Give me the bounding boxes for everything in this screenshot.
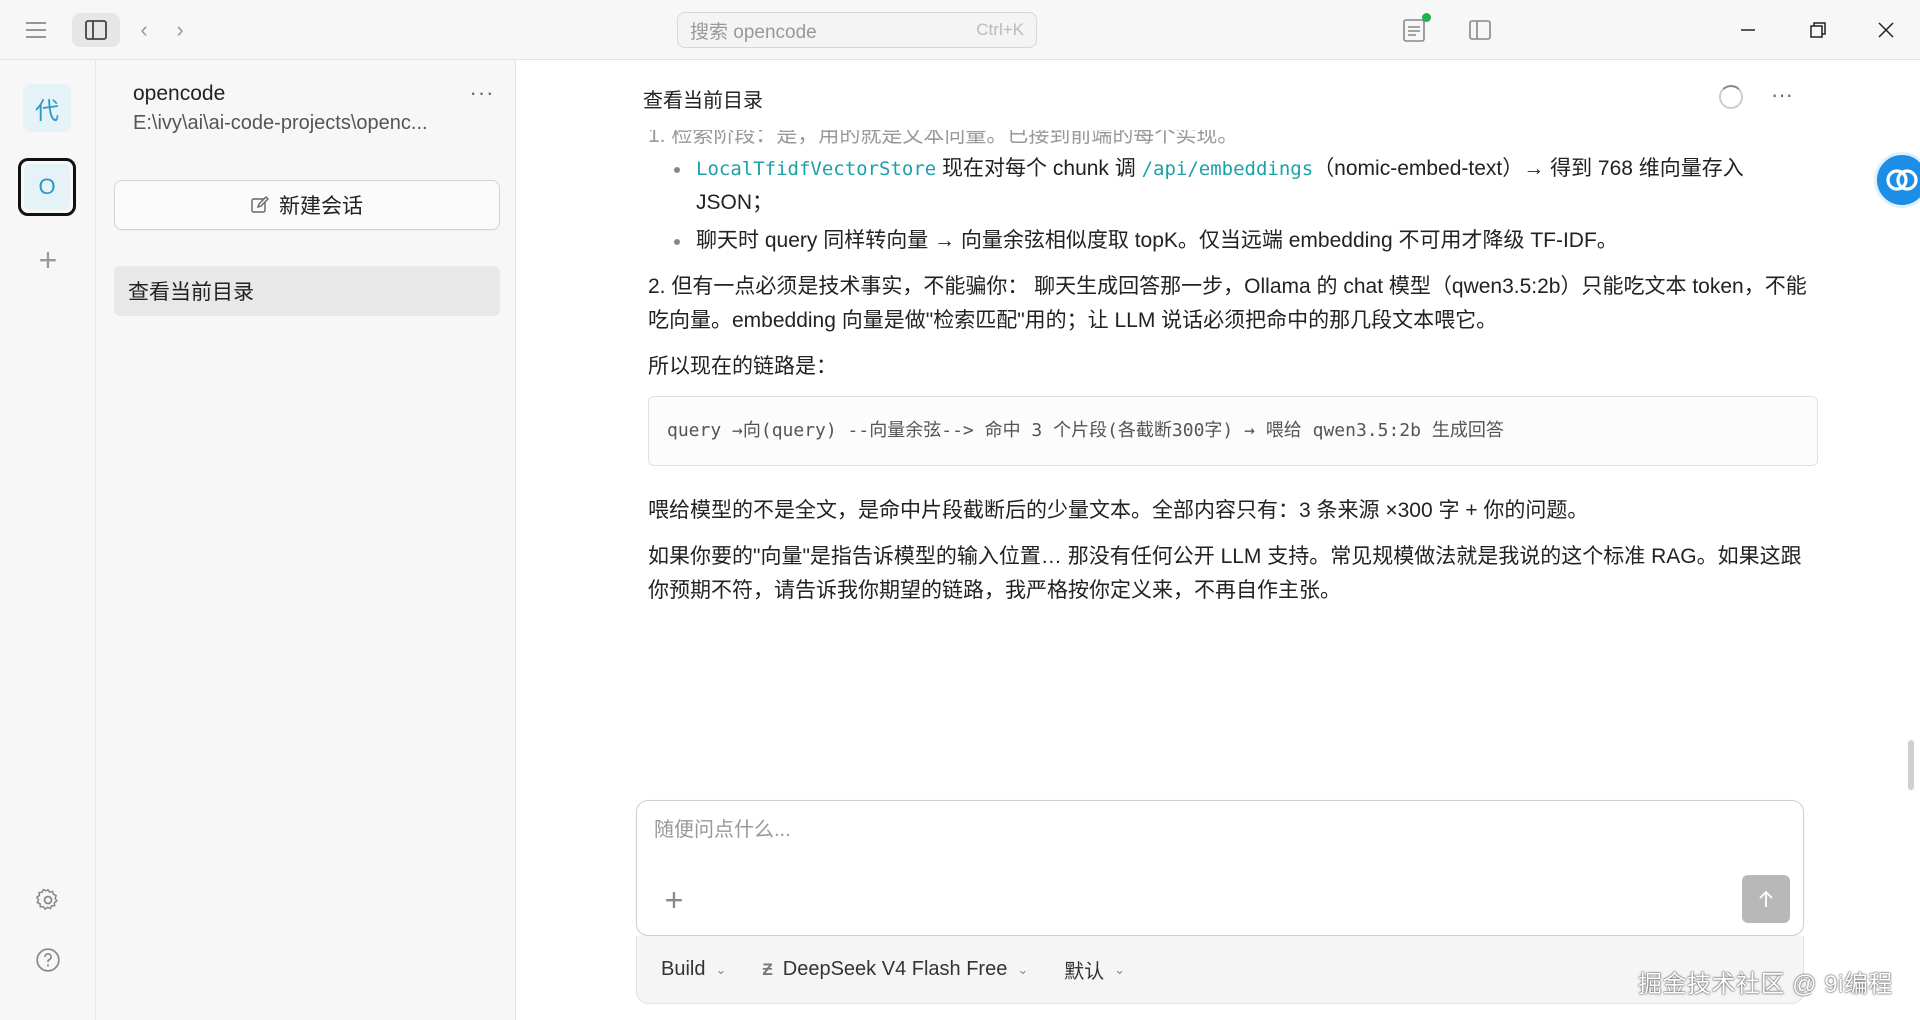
paragraph: 所以现在的链路是： <box>648 355 837 378</box>
add-project-icon[interactable]: + <box>30 242 66 278</box>
watermark: 掘金技术社区 @ 9i编程 <box>1638 971 1893 998</box>
variant-select[interactable]: 默认 ⌄ <box>1064 955 1125 984</box>
list-item: LocalTfidfVectorStore 现在对每个 chunk 调 /api… <box>648 152 1818 220</box>
session-item[interactable]: 查看当前目录 <box>114 266 500 316</box>
forward-icon[interactable]: › <box>168 16 192 44</box>
search-input[interactable]: 搜索 opencode Ctrl+K <box>677 12 1037 48</box>
project-rail: 代 O + <box>0 60 96 1020</box>
bullet-text: 聊天时 query 同样转向量 → 向量余弦相似度取 topK。仅当远端 emb… <box>696 229 1618 252</box>
model-select[interactable]: Ƶ DeepSeek V4 Flash Free ⌄ <box>762 958 1028 981</box>
restore-icon[interactable] <box>1800 14 1836 46</box>
chat-more-icon[interactable]: ··· <box>1764 80 1800 110</box>
toggle-panel-icon[interactable] <box>1464 14 1496 46</box>
assistant-float-icon[interactable] <box>1874 152 1920 208</box>
settings-gear-icon[interactable] <box>30 882 66 918</box>
cut-off-line: 1. 检索阶段：是，用的就是文本向量。已接到前端的每个实现。 <box>648 130 1239 147</box>
back-icon[interactable]: ‹ <box>132 16 156 44</box>
project-avatar-2[interactable]: O <box>18 158 76 216</box>
chevron-down-icon: ⌄ <box>1017 961 1029 977</box>
title-bar: ‹ › 搜索 opencode Ctrl+K <box>0 0 1920 60</box>
mode-label: Build <box>661 958 706 980</box>
help-icon[interactable] <box>30 942 66 978</box>
menu-icon[interactable] <box>20 16 52 44</box>
loading-spinner-icon <box>1719 85 1743 109</box>
new-session-button[interactable]: 新建会话 <box>114 180 500 230</box>
bullet-text: 现在对每个 chunk 调 <box>936 157 1142 180</box>
minimize-icon[interactable] <box>1730 14 1766 46</box>
project-avatar-2-label: O <box>24 164 70 210</box>
paragraph: 喂给模型的不是全文，是命中片段截断后的少量文本。全部内容只有：3 条来源 ×30… <box>648 499 1589 522</box>
project-more-icon[interactable]: ··· <box>464 78 500 108</box>
mode-select[interactable]: Build ⌄ <box>661 958 726 981</box>
project-path: E:\ivy\ai\ai-code-projects\openc... <box>133 112 428 134</box>
model-provider-icon: Ƶ <box>762 959 773 979</box>
paragraph: 如果你要的"向量"是指告诉模型的输入位置… 那没有任何公开 LLM 支持。常见规… <box>648 545 1802 602</box>
project-name: opencode <box>133 82 226 105</box>
close-icon[interactable] <box>1868 14 1904 46</box>
edit-icon <box>251 196 269 213</box>
search-placeholder: 搜索 opencode <box>690 21 817 43</box>
model-label: DeepSeek V4 Flash Free <box>782 958 1008 980</box>
list-item: 聊天时 query 同样转向量 → 向量余弦相似度取 topK。仅当远端 emb… <box>648 224 1818 258</box>
chat-main: 查看当前目录 ··· 1. 检索阶段：是，用的就是文本向量。已接到前端的每个实现… <box>516 60 1920 1020</box>
status-dot-icon <box>1422 13 1431 22</box>
new-session-label: 新建会话 <box>279 195 363 218</box>
inline-code: LocalTfidfVectorStore <box>696 158 937 180</box>
paragraph: 2. 但有一点必须是技术事实，不能骗你： 聊天生成回答那一步，Ollama 的 … <box>648 275 1807 332</box>
variant-label: 默认 <box>1064 961 1105 983</box>
toggle-sidebar-icon[interactable] <box>72 13 120 47</box>
code-block: query →向(query) --向量余弦--> 命中 3 个片段(各截断30… <box>648 396 1818 466</box>
project-avatar-1[interactable]: 代 <box>23 84 71 132</box>
composer: + <box>636 800 1804 936</box>
composer-toolbar: Build ⌄ Ƶ DeepSeek V4 Flash Free ⌄ 默认 ⌄ <box>636 936 1804 1004</box>
scrollbar-thumb[interactable] <box>1908 740 1914 790</box>
message-input[interactable] <box>654 819 1754 842</box>
chevron-down-icon: ⌄ <box>715 961 727 977</box>
search-shortcut: Ctrl+K <box>976 20 1024 39</box>
send-button[interactable] <box>1742 875 1790 923</box>
inline-code: /api/embeddings <box>1141 158 1314 180</box>
chat-title: 查看当前目录 <box>643 90 763 112</box>
message-content: 1. 检索阶段：是，用的就是文本向量。已接到前端的每个实现。 LocalTfid… <box>648 130 1818 608</box>
attach-plus-icon[interactable]: + <box>657 882 691 918</box>
project-sidebar: opencode E:\ivy\ai\ai-code-projects\open… <box>96 60 516 1020</box>
chevron-down-icon: ⌄ <box>1114 961 1126 977</box>
arrow-up-icon <box>1759 890 1773 907</box>
